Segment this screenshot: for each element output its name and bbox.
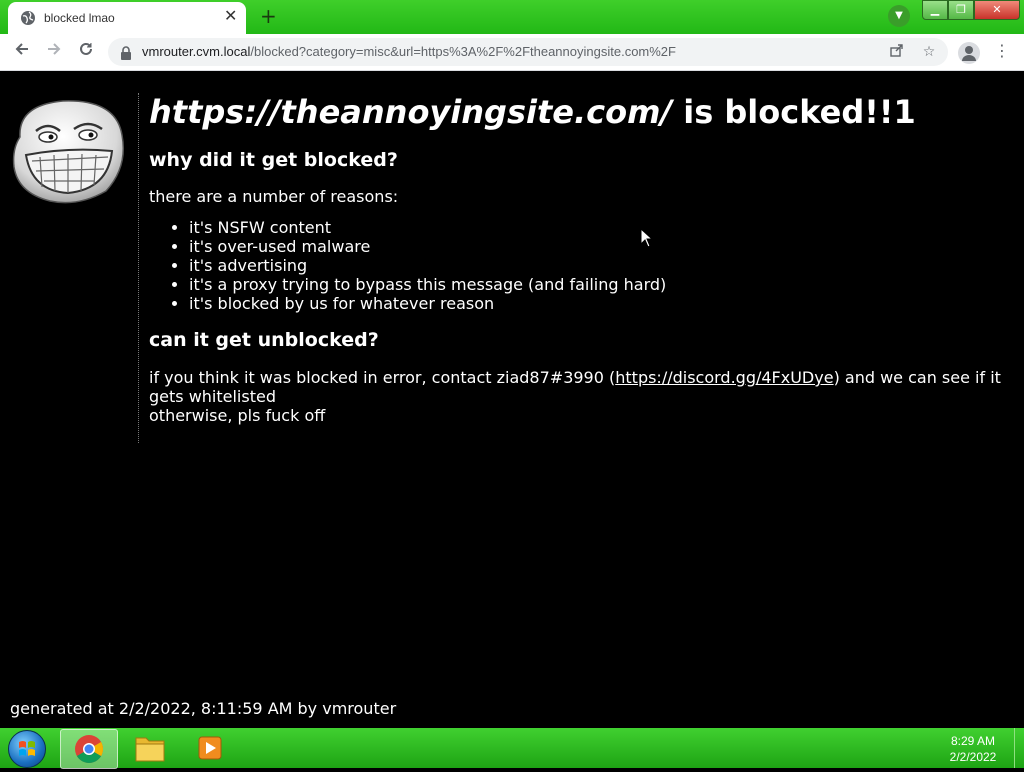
browser-toolbar: vmrouter.cvm.local/blocked?category=misc…: [0, 34, 1024, 71]
tab-title: blocked lmao: [44, 11, 115, 25]
reload-icon: [80, 42, 92, 55]
list-item: it's over-used malware: [189, 237, 1019, 256]
block-message: https://theannoyingsite.com/ is blocked!…: [149, 91, 1019, 425]
discord-link[interactable]: https://discord.gg/4FxUDye: [615, 368, 833, 387]
tab-search-icon[interactable]: ▼: [888, 5, 910, 27]
file-explorer-icon: [135, 737, 165, 762]
close-window-button[interactable]: ✕: [974, 0, 1020, 20]
globe-icon: [20, 10, 36, 29]
unblock-heading: can it get unblocked?: [149, 329, 379, 351]
blocked-url: https://theannoyingsite.com/: [149, 93, 673, 131]
url-path: /blocked?category=misc&url=https%3A%2F%2…: [250, 44, 676, 59]
show-desktop-button[interactable]: [1014, 728, 1024, 768]
tab-close-icon[interactable]: ✕: [224, 8, 237, 26]
media-player-icon: [198, 736, 222, 760]
url-host: vmrouter.cvm.local: [142, 44, 251, 59]
browser-title-bar: blocked lmao ✕ + ▼ ▁ ❐ ✕: [0, 0, 1024, 34]
contact-text: if you think it was blocked in error, co…: [149, 368, 1019, 425]
list-item: it's NSFW content: [189, 218, 1019, 237]
address-bar[interactable]: vmrouter.cvm.local/blocked?category=misc…: [108, 38, 948, 66]
generated-footer: generated at 2/2/2022, 8:11:59 AM by vmr…: [10, 699, 397, 718]
otherwise-text: otherwise, pls fuck off: [149, 406, 326, 425]
headline-suffix: is blocked!!1: [672, 93, 916, 131]
maximize-button[interactable]: ❐: [948, 0, 974, 20]
tray-clock-time[interactable]: 8:29 AM: [938, 734, 1008, 748]
forward-arrow-icon: [48, 43, 61, 55]
mouse-cursor-icon: [640, 227, 654, 252]
reasons-list: it's NSFW content it's over-used malware…: [149, 218, 1019, 313]
minimize-button[interactable]: ▁: [922, 0, 948, 20]
new-tab-button[interactable]: +: [260, 5, 277, 27]
tray-clock-date[interactable]: 2/2/2022: [938, 750, 1008, 764]
why-heading: why did it get blocked?: [149, 149, 398, 171]
content-divider: [138, 93, 139, 443]
page-title: https://theannoyingsite.com/ is blocked!…: [149, 91, 1019, 133]
taskbar-file-explorer[interactable]: [122, 729, 178, 767]
star-icon[interactable]: ☆: [920, 43, 938, 61]
taskbar-chrome[interactable]: [60, 729, 118, 769]
chrome-icon: [75, 735, 103, 763]
reload-button[interactable]: [74, 40, 98, 64]
back-button[interactable]: [10, 40, 34, 64]
back-arrow-icon: [15, 43, 28, 55]
contact-before: if you think it was blocked in error, co…: [149, 368, 616, 387]
list-item: it's a proxy trying to bypass this messa…: [189, 275, 1019, 294]
list-item: it's advertising: [189, 256, 1019, 275]
reasons-intro: there are a number of reasons:: [149, 187, 399, 206]
taskbar: 8:29 AM 2/2/2022: [0, 728, 1024, 769]
browser-tab[interactable]: blocked lmao ✕: [8, 2, 246, 34]
profile-icon[interactable]: [958, 42, 980, 64]
windows-start-icon[interactable]: [8, 730, 46, 768]
kebab-menu-icon[interactable]: ⋮: [994, 41, 1010, 61]
url-text: vmrouter.cvm.local/blocked?category=misc…: [142, 44, 676, 59]
trollface-image: [8, 97, 128, 211]
taskbar-media-player[interactable]: [182, 729, 238, 767]
window-controls: ▁ ❐ ✕: [922, 0, 1020, 20]
share-icon[interactable]: [888, 43, 906, 61]
lock-icon[interactable]: [120, 45, 132, 64]
page-content: https://theannoyingsite.com/ is blocked!…: [0, 71, 1024, 728]
list-item: it's blocked by us for whatever reason: [189, 294, 1019, 313]
forward-button[interactable]: [42, 40, 66, 64]
